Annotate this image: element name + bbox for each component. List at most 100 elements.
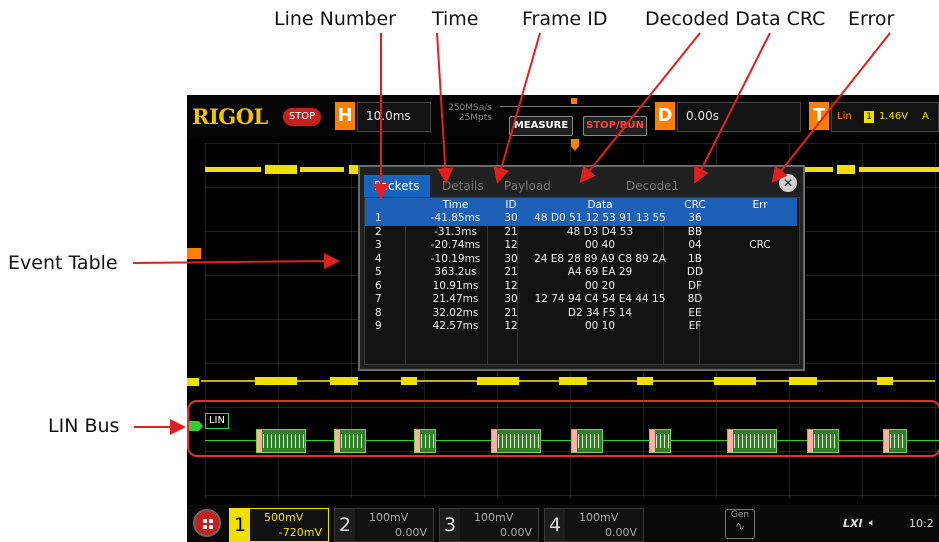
bottom-channel-bar: 1 500mV -720mV 2 100mV 0.00V 3 100mV 0.00V 4 100mV…: [187, 505, 939, 542]
cell-line: 1: [375, 212, 382, 224]
event-table: Time ID Data CRC Err 1 -41.85ms 30 48 D0 51…: [364, 197, 800, 365]
cell-time: -20.74ms: [430, 239, 481, 251]
trigger-position-marker: [571, 98, 577, 104]
channel-offset: 0.00V: [394, 526, 427, 539]
timebase-box[interactable]: 10.0ms: [357, 102, 431, 132]
callout-frame-id: Frame ID: [522, 8, 608, 30]
table-row[interactable]: 8 32.02ms 21 D2 34 F5 14 EE: [365, 307, 797, 321]
top-status-bar: RIGOL STOP H 10.0ms 250MSa/s 25Mpts MEAS…: [187, 95, 939, 137]
col-header-data: Data: [587, 199, 613, 211]
cell-data: 12 74 94 C4 54 E4 44 15: [534, 293, 666, 305]
table-row[interactable]: 6 10.91ms 12 00 20 DF: [365, 280, 797, 294]
channel-4-box[interactable]: 4 100mV 0.00V: [544, 508, 644, 542]
event-table-dialog: Packets Details Payload Decode1 ✕ Time I…: [358, 165, 805, 371]
trigger-channel: 1: [864, 111, 874, 123]
table-header: Time ID Data CRC Err: [365, 198, 797, 212]
lin-frame: [414, 429, 436, 453]
table-row[interactable]: 9 42.57ms 12 00 10 EF: [365, 320, 797, 334]
event-table-tabs: Packets Details Payload Decode1: [364, 175, 799, 197]
lin-frame: [491, 429, 541, 453]
delay-value: 0.00s: [686, 109, 719, 123]
oscilloscope-screen: RIGOL STOP H 10.0ms 250MSa/s 25Mpts MEAS…: [187, 95, 939, 542]
delay-box[interactable]: 0.00s: [677, 102, 801, 132]
cell-data: 00 20: [584, 279, 616, 292]
col-header-time: Time: [442, 199, 469, 211]
cell-crc: BB: [687, 225, 703, 238]
table-row[interactable]: 5 363.2us 21 A4 69 EA 29 DD: [365, 266, 797, 280]
generator-button[interactable]: Gen ∿: [725, 509, 755, 539]
cell-crc: 1B: [688, 252, 702, 265]
cell-time: 21.47ms: [432, 293, 479, 305]
cell-crc: EE: [688, 306, 702, 319]
callout-error: Error: [848, 8, 895, 30]
cell-data: 00 40: [584, 239, 616, 251]
cell-time: -10.19ms: [430, 252, 481, 265]
tab-payload[interactable]: Payload: [504, 175, 551, 197]
trigger-type: Lin: [837, 111, 852, 122]
channel-scale: 100mV: [474, 511, 514, 524]
channel-number: 2: [335, 509, 355, 541]
cell-crc: 36: [688, 212, 702, 224]
lxi-label: LXI: [843, 517, 863, 530]
cell-data: 00 10: [584, 320, 616, 332]
cell-line: 3: [375, 239, 382, 251]
table-row[interactable]: 2 -31.3ms 21 48 D3 D4 53 BB: [365, 226, 797, 240]
lin-frame: [649, 429, 671, 453]
callout-decoded-data-crc: Decoded Data CRC: [645, 8, 826, 30]
cell-line: 4: [375, 252, 382, 265]
cell-data: 48 D0 51 12 53 91 13 55: [534, 212, 666, 224]
cell-data: A4 69 EA 29: [567, 266, 633, 278]
table-row[interactable]: 1 -41.85ms 30 48 D0 51 12 53 91 13 55 36: [365, 212, 797, 226]
channel-2-box[interactable]: 2 100mV 0.00V: [334, 508, 434, 542]
channel-scale: 500mV: [264, 511, 304, 524]
channel-offset: 0.00V: [499, 526, 532, 539]
menu-icon[interactable]: [193, 509, 221, 537]
channel-3-box[interactable]: 3 100mV 0.00V: [439, 508, 539, 542]
cell-line: 9: [375, 320, 382, 332]
cell-line: 5: [375, 266, 382, 278]
cell-data: D2 34 F5 14: [567, 306, 633, 319]
lin-frame: [727, 429, 777, 453]
channel-scale: 100mV: [369, 511, 409, 524]
lin-frame: [883, 429, 907, 453]
brand-logo: RIGOL: [192, 104, 268, 129]
trigger-mode: A: [922, 111, 929, 122]
speaker-icon[interactable]: 🔈︎: [869, 516, 876, 530]
cell-time: -41.85ms: [430, 212, 481, 224]
sine-wave-icon: ∿: [734, 519, 746, 533]
channel1-marker: [187, 378, 199, 386]
trigger-box[interactable]: Lin 1 1.46V A: [831, 102, 939, 132]
cell-line: 7: [375, 293, 382, 305]
cell-time: 42.57ms: [432, 320, 479, 332]
channel-scale: 100mV: [579, 511, 619, 524]
tab-packets[interactable]: Packets: [364, 175, 430, 197]
trigger-level: 1.46V: [879, 111, 909, 122]
cell-err: CRC: [749, 239, 771, 251]
close-icon[interactable]: ✕: [779, 174, 797, 192]
horizontal-badge[interactable]: H: [335, 102, 355, 130]
table-row[interactable]: 3 -20.74ms 12 00 40 04 CRC: [365, 239, 797, 253]
callout-event-table: Event Table: [8, 252, 118, 274]
cell-data: 24 E8 28 89 A9 C8 89 2A: [534, 252, 666, 265]
lin-bus-label: LIN: [205, 413, 229, 429]
stop-run-button[interactable]: STOP/RUN: [583, 116, 647, 136]
run-state-badge[interactable]: STOP: [283, 108, 321, 126]
clock: 10:2: [909, 517, 934, 530]
sample-rate: 250MSa/s: [448, 103, 492, 113]
cell-time: 363.2us: [434, 266, 477, 278]
delay-badge[interactable]: D: [655, 102, 675, 130]
measure-button[interactable]: MEASURE: [509, 116, 573, 136]
table-row[interactable]: 7 21.47ms 30 12 74 94 C4 54 E4 44 15 8D: [365, 293, 797, 307]
tab-decode1[interactable]: Decode1: [626, 175, 679, 197]
cell-line: 8: [375, 306, 382, 319]
trigger-badge[interactable]: T: [809, 102, 829, 130]
cell-crc: DF: [687, 279, 703, 292]
cell-time: 32.02ms: [432, 306, 479, 319]
callout-lin-bus: LIN Bus: [48, 415, 120, 437]
tab-details[interactable]: Details: [442, 175, 484, 197]
table-row[interactable]: 4 -10.19ms 30 24 E8 28 89 A9 C8 89 2A 1B: [365, 253, 797, 267]
channel-1-box[interactable]: 1 500mV -720mV: [229, 508, 329, 542]
channel-offset: 0.00V: [604, 526, 637, 539]
channel-number: 3: [440, 509, 460, 541]
cell-line: 6: [375, 279, 382, 292]
